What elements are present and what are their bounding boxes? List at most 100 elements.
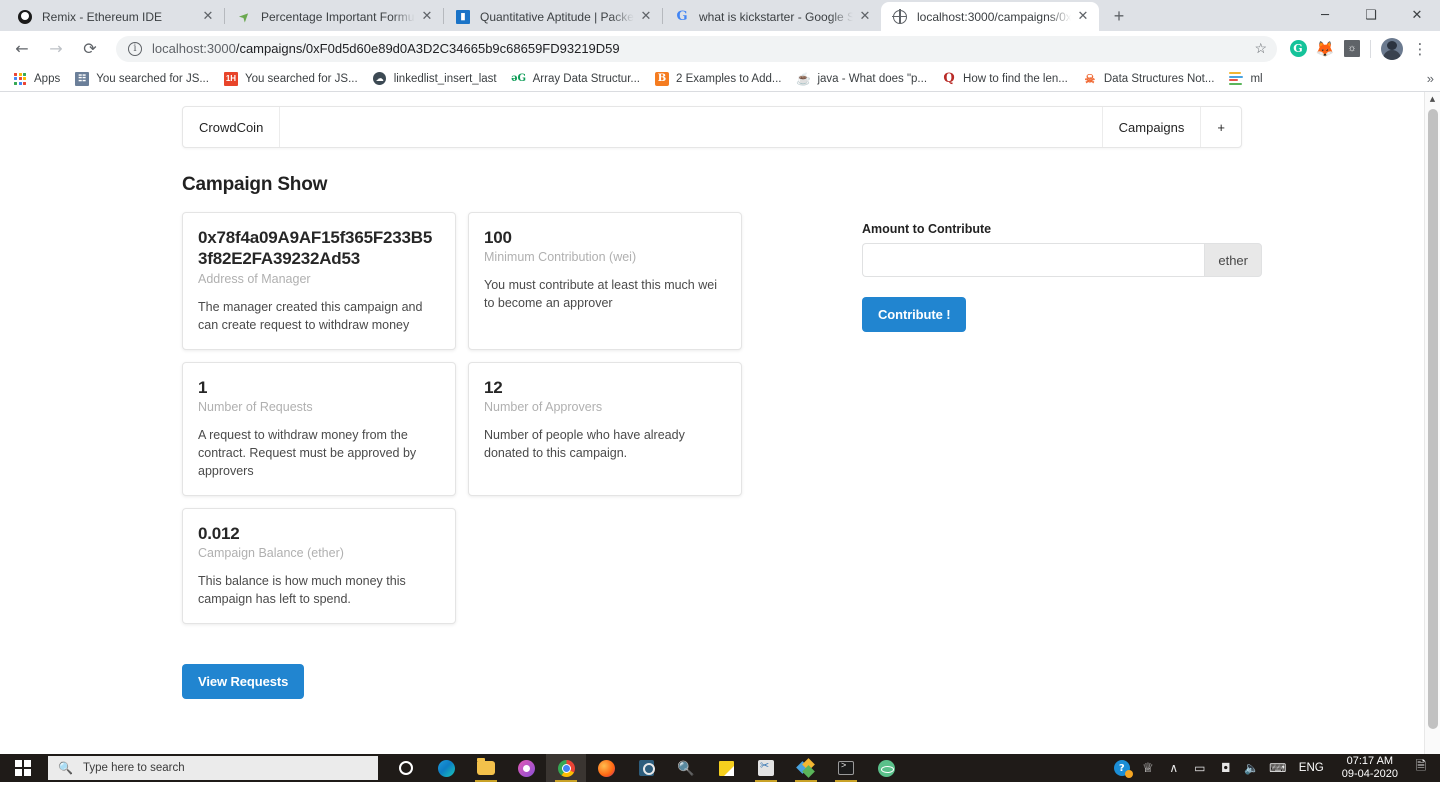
bookmark-item[interactable]: ☁ linkedlist_insert_last (372, 71, 497, 87)
arrow-icon: ➤ (234, 7, 254, 26)
tab-close-icon[interactable]: ✕ (419, 9, 435, 25)
avatar[interactable] (1380, 37, 1404, 61)
network-icon[interactable]: ◘ (1213, 754, 1239, 782)
bookmark-item[interactable]: әG Array Data Structur... (511, 71, 640, 87)
file-explorer-icon[interactable] (466, 754, 506, 782)
search-icon: 🔍 (58, 761, 73, 775)
nav-campaigns[interactable]: Campaigns (1103, 107, 1202, 147)
clock-time: 07:17 AM (1346, 755, 1394, 767)
tab-close-icon[interactable]: ✕ (1075, 9, 1091, 25)
clock[interactable]: 07:17 AM 09-04-2020 (1332, 755, 1408, 781)
tab-title: localhost:3000/campaigns/0xF0d (917, 9, 1071, 24)
quora-icon: Q (943, 71, 955, 86)
url-host: localhost:3000 (152, 41, 236, 56)
card-number-of-approvers: 12 Number of Approvers Number of people … (468, 361, 742, 496)
bookmark-label: java - What does "p... (817, 72, 928, 85)
site-info-icon[interactable]: i (128, 41, 142, 56)
tab-strip: Remix - Ethereum IDE ✕ ➤ Percentage Impo… (0, 0, 1440, 31)
tab-close-icon[interactable]: ✕ (638, 9, 654, 25)
page-content: CrowdCoin Campaigns + Campaign Show 0x78… (0, 92, 1424, 782)
scroll-up-icon[interactable]: ▲ (1430, 92, 1435, 106)
edge-icon[interactable] (426, 754, 466, 782)
content-layout: 0x78f4a09A9AF15f365F233B53f82E2FA39232Ad… (182, 212, 1262, 699)
brand-logo[interactable]: CrowdCoin (183, 107, 281, 147)
nav-create-campaign[interactable]: + (1201, 107, 1241, 147)
chrome-menu-icon[interactable]: ⋮ (1408, 37, 1432, 61)
metamask-icon[interactable]: 🦊 (1313, 37, 1337, 61)
cortana-icon[interactable] (386, 754, 426, 782)
bookmark-item[interactable]: B 2 Examples to Add... (654, 71, 781, 87)
reload-icon[interactable]: ⟳ (76, 35, 104, 63)
card-header: 0x78f4a09A9AF15f365F233B53f82E2FA39232Ad… (198, 228, 433, 269)
bookmarks-overflow-icon[interactable]: » (1427, 71, 1434, 86)
start-button[interactable] (0, 754, 46, 782)
bookmark-star-icon[interactable]: ☆ (1254, 40, 1267, 57)
keyboard-icon[interactable]: ⌨ (1265, 754, 1291, 782)
browser-window: Remix - Ethereum IDE ✕ ➤ Percentage Impo… (0, 0, 1440, 782)
tab-close-icon[interactable]: ✕ (200, 9, 216, 25)
tray-chevron-icon[interactable]: ∧ (1161, 754, 1187, 782)
bookmark-label: You searched for JS... (96, 72, 209, 85)
taskbar-search-box[interactable]: 🔍 Type here to search (48, 756, 378, 780)
bookmark-item[interactable]: ☕ java - What does "p... (795, 71, 927, 87)
card-number-of-requests: 1 Number of Requests A request to withdr… (182, 361, 456, 496)
java-icon: ☕ (795, 71, 811, 86)
display-icon[interactable]: ▭ (1187, 754, 1213, 782)
sticky-notes-icon[interactable] (706, 754, 746, 782)
page-title: Campaign Show (182, 174, 328, 195)
help-icon[interactable]: ? (1109, 754, 1135, 782)
apps-grid-icon (12, 71, 28, 87)
action-center-icon[interactable]: 🗎 (1408, 754, 1434, 782)
scrollbar-thumb[interactable] (1428, 109, 1438, 729)
browser-tab[interactable]: Remix - Ethereum IDE ✕ (6, 2, 224, 31)
itunes-icon[interactable] (506, 754, 546, 782)
page-scrollbar[interactable]: ▲ ▼ (1424, 92, 1440, 782)
card-row: 0x78f4a09A9AF15f365F233B53f82E2FA39232Ad… (182, 212, 752, 350)
tab-close-icon[interactable]: ✕ (857, 9, 873, 25)
close-window-button[interactable]: ✕ (1394, 0, 1440, 31)
people-icon[interactable]: ♕ (1135, 754, 1161, 782)
address-bar[interactable]: i localhost:3000/campaigns/0xF0d5d60e89d… (116, 35, 1277, 62)
bookmark-item[interactable]: ☠ Data Structures Not... (1082, 71, 1214, 87)
browser-tab[interactable]: ➤ Percentage Important Formulas - ✕ (225, 2, 443, 31)
notes-extension-icon[interactable]: ☼ (1340, 37, 1364, 61)
chrome-icon[interactable] (546, 754, 586, 782)
bookmark-item[interactable]: 1H You searched for JS... (223, 71, 358, 87)
react-icon[interactable] (866, 754, 906, 782)
amount-input[interactable] (862, 243, 1205, 277)
maximize-button[interactable]: ❑ (1348, 0, 1394, 31)
taskbar-app-list: 🔍 (386, 754, 906, 782)
new-tab-button[interactable]: + (1105, 2, 1133, 30)
page-viewport: CrowdCoin Campaigns + Campaign Show 0x78… (0, 92, 1440, 782)
geeks-icon: ☠ (1084, 71, 1096, 86)
visual-studio-icon[interactable] (786, 754, 826, 782)
clock-date: 09-04-2020 (1341, 768, 1398, 780)
volume-icon[interactable]: 🔈 (1239, 754, 1265, 782)
forward-icon[interactable]: → (42, 35, 70, 63)
browser-tab[interactable]: ▮ Quantitative Aptitude | PacketPre ✕ (444, 2, 662, 31)
card-meta: Number of Approvers (484, 399, 603, 414)
contribute-button[interactable]: Contribute ! (862, 297, 967, 332)
search-app-icon[interactable]: 🔍 (666, 754, 706, 782)
grammarly-icon[interactable]: G (1286, 37, 1310, 61)
bookmark-item[interactable]: ☷ You searched for JS... (74, 71, 209, 87)
bookmark-item[interactable]: Q How to find the len... (941, 71, 1068, 87)
card-meta: Address of Manager (198, 271, 311, 286)
browser-tab[interactable]: G what is kickstarter - Google Searc ✕ (663, 2, 881, 31)
browser-tab-active[interactable]: localhost:3000/campaigns/0xF0d ✕ (881, 2, 1099, 31)
view-requests-button[interactable]: View Requests (182, 663, 305, 699)
contribute-form: Amount to Contribute ether Contribute ! (862, 212, 1262, 699)
back-icon[interactable]: ← (8, 35, 36, 63)
bookmark-label: How to find the len... (963, 72, 1068, 85)
firefox-icon[interactable] (586, 754, 626, 782)
bookmark-apps[interactable]: Apps (12, 71, 60, 87)
language-indicator[interactable]: ENG (1291, 762, 1332, 774)
google-icon: G (676, 9, 688, 24)
globe-icon: ☁ (372, 71, 388, 87)
minimize-button[interactable]: ─ (1302, 0, 1348, 31)
search-placeholder: Type here to search (82, 762, 185, 774)
snipping-tool-icon[interactable] (746, 754, 786, 782)
terminal-icon[interactable] (826, 754, 866, 782)
tool-icon[interactable] (626, 754, 666, 782)
bookmark-item[interactable]: ml (1228, 71, 1263, 87)
